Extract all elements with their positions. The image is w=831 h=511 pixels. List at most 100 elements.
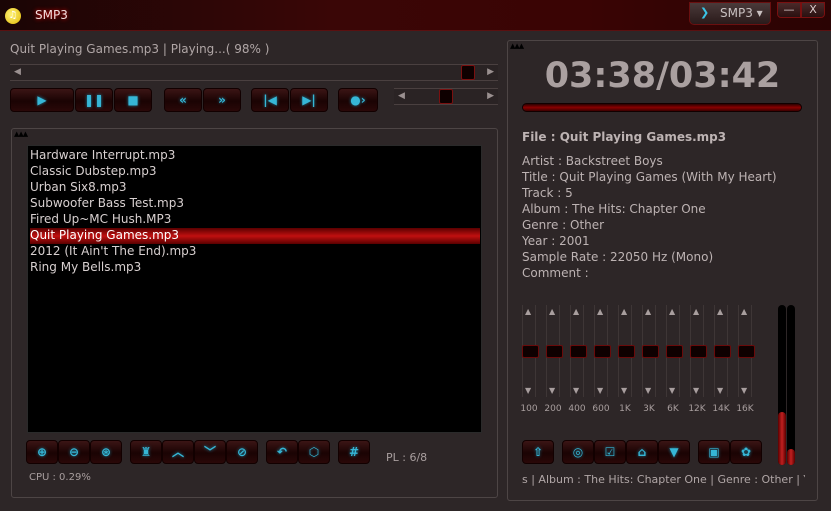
- app-music-icon: ♫: [5, 8, 21, 24]
- playlist-item[interactable]: 2012 (It Ain't The End).mp3: [30, 244, 480, 260]
- eq-up-arrow-icon[interactable]: ▲: [549, 307, 555, 316]
- crop-icon-button[interactable]: ♜: [130, 440, 162, 464]
- eq-knob[interactable]: [666, 345, 683, 358]
- volume-thumb[interactable]: [439, 89, 453, 104]
- target-icon-button[interactable]: ◎: [562, 440, 594, 464]
- clear-icon-button[interactable]: ⊘: [226, 440, 258, 464]
- eq-up-arrow-icon[interactable]: ▲: [741, 307, 747, 316]
- info-line: Title : Quit Playing Games (With My Hear…: [522, 170, 777, 184]
- eq-down-arrow-icon[interactable]: ▼: [645, 386, 651, 395]
- eq-down-arrow-icon[interactable]: ▼: [597, 386, 603, 395]
- playlist-item[interactable]: Subwoofer Bass Test.mp3: [30, 196, 480, 212]
- eq-down-arrow-icon[interactable]: ▼: [717, 386, 723, 395]
- eq-up-arrow-icon[interactable]: ▲: [645, 307, 651, 316]
- playlist-item[interactable]: Hardware Interrupt.mp3: [30, 148, 480, 164]
- eq-up-arrow-icon[interactable]: ▲: [669, 307, 675, 316]
- eq-knob[interactable]: [570, 345, 587, 358]
- volume-slider[interactable]: ◀ ▶: [394, 88, 498, 105]
- image-icon-button[interactable]: ▣: [698, 440, 730, 464]
- playlist[interactable]: Hardware Interrupt.mp3 Classic Dubstep.mp…: [27, 145, 482, 433]
- eq-slider-400[interactable]: ▲ ▼: [570, 305, 587, 397]
- down-icon-button[interactable]: ﹀: [194, 440, 226, 464]
- plugin-icon-button[interactable]: ✿: [730, 440, 762, 464]
- play-button[interactable]: ▶: [10, 88, 74, 112]
- eq-down-arrow-icon[interactable]: ▼: [669, 386, 675, 395]
- remove-icon-button[interactable]: ⊖: [58, 440, 90, 464]
- eq-knob[interactable]: [738, 345, 755, 358]
- eq-band-label: 3K: [643, 404, 655, 414]
- grip-icon[interactable]: ▲▲▲: [510, 42, 524, 50]
- level-meter: [778, 305, 786, 465]
- eq-slider-16K[interactable]: ▲ ▼: [738, 305, 755, 397]
- eq-slider-200[interactable]: ▲ ▼: [546, 305, 563, 397]
- eq-up-arrow-icon[interactable]: ▲: [525, 307, 531, 316]
- eq-knob[interactable]: [714, 345, 731, 358]
- up-icon-button[interactable]: ︿: [162, 440, 194, 464]
- eq-up-arrow-icon[interactable]: ▲: [717, 307, 723, 316]
- eq-band-label: 12K: [688, 404, 706, 414]
- fast-forward-button[interactable]: »: [203, 88, 241, 112]
- volume-right-arrow-icon[interactable]: ▶: [487, 91, 494, 101]
- volume-left-arrow-icon[interactable]: ◀: [398, 91, 405, 101]
- seek-thumb[interactable]: [461, 65, 476, 80]
- eq-down-arrow-icon[interactable]: ▼: [573, 386, 579, 395]
- info-line: Year : 2001: [522, 234, 590, 248]
- playlist-item[interactable]: Urban Six8.mp3: [30, 180, 480, 196]
- skin-label: SMP3: [720, 6, 753, 20]
- eq-knob[interactable]: [522, 345, 539, 358]
- sort-icon-button[interactable]: ⬡: [298, 440, 330, 464]
- eq-slider-6K[interactable]: ▲ ▼: [666, 305, 683, 397]
- rewind-button[interactable]: «: [164, 88, 202, 112]
- eq-up-arrow-icon[interactable]: ▲: [573, 307, 579, 316]
- eq-up-arrow-icon[interactable]: ▲: [693, 307, 699, 316]
- eq-down-arrow-icon[interactable]: ▼: [741, 386, 747, 395]
- eq-knob[interactable]: [690, 345, 707, 358]
- file-name: File : Quit Playing Games.mp3: [522, 130, 727, 144]
- playlist-item[interactable]: Ring My Bells.mp3: [30, 260, 480, 276]
- undo-icon-button[interactable]: ↶: [266, 440, 298, 464]
- next-button[interactable]: ▶|: [290, 88, 328, 112]
- eq-slider-12K[interactable]: ▲ ▼: [690, 305, 707, 397]
- eq-band-label: 400: [568, 404, 586, 414]
- home-icon-button[interactable]: ⌂: [626, 440, 658, 464]
- move-icon-button[interactable]: ⊛: [90, 440, 122, 464]
- playlist-item[interactable]: Quit Playing Games.mp3: [30, 228, 480, 244]
- dropdown-arrow-icon: ▾: [756, 6, 763, 20]
- eq-up-arrow-icon[interactable]: ▲: [621, 307, 627, 316]
- repeat-button[interactable]: ●›: [338, 88, 378, 112]
- eq-slider-14K[interactable]: ▲ ▼: [714, 305, 731, 397]
- playlist-item[interactable]: Fired Up~MC Hush.MP3: [30, 212, 480, 228]
- eq-slider-1K[interactable]: ▲ ▼: [618, 305, 635, 397]
- eq-band-label: 6K: [667, 404, 679, 414]
- upload-icon-button[interactable]: ⇧: [522, 440, 554, 464]
- seek-bar[interactable]: ◀ ▶: [10, 64, 498, 81]
- previous-button[interactable]: |◀: [251, 88, 289, 112]
- skin-menu-button[interactable]: ❯ SMP3 ▾: [689, 2, 771, 25]
- time-display: 03:38/03:42: [544, 56, 781, 96]
- grid-icon-button[interactable]: #: [338, 440, 370, 464]
- pause-button[interactable]: ❚❚: [75, 88, 113, 112]
- eq-knob[interactable]: [642, 345, 659, 358]
- grip-icon[interactable]: ▲▲▲: [14, 130, 28, 138]
- stop-button[interactable]: ■: [114, 88, 152, 112]
- eq-knob[interactable]: [618, 345, 635, 358]
- eq-down-arrow-icon[interactable]: ▼: [549, 386, 555, 395]
- eq-knob[interactable]: [594, 345, 611, 358]
- eq-down-arrow-icon[interactable]: ▼: [693, 386, 699, 395]
- add-icon-button[interactable]: ⊕: [26, 440, 58, 464]
- eq-down-arrow-icon[interactable]: ▼: [525, 386, 531, 395]
- minimize-button[interactable]: —: [777, 2, 801, 18]
- playlist-item[interactable]: Classic Dubstep.mp3: [30, 164, 480, 180]
- eq-slider-3K[interactable]: ▲ ▼: [642, 305, 659, 397]
- eq-down-arrow-icon[interactable]: ▼: [621, 386, 627, 395]
- check-icon-button[interactable]: ☑: [594, 440, 626, 464]
- eq-slider-600[interactable]: ▲ ▼: [594, 305, 611, 397]
- seek-right-arrow-icon[interactable]: ▶: [487, 67, 494, 77]
- down-icon-button[interactable]: ▼: [658, 440, 690, 464]
- eq-up-arrow-icon[interactable]: ▲: [597, 307, 603, 316]
- level-meter-fill: [787, 449, 795, 465]
- seek-left-arrow-icon[interactable]: ◀: [14, 67, 21, 77]
- eq-slider-100[interactable]: ▲ ▼: [522, 305, 539, 397]
- eq-knob[interactable]: [546, 345, 563, 358]
- close-button[interactable]: X: [801, 2, 825, 18]
